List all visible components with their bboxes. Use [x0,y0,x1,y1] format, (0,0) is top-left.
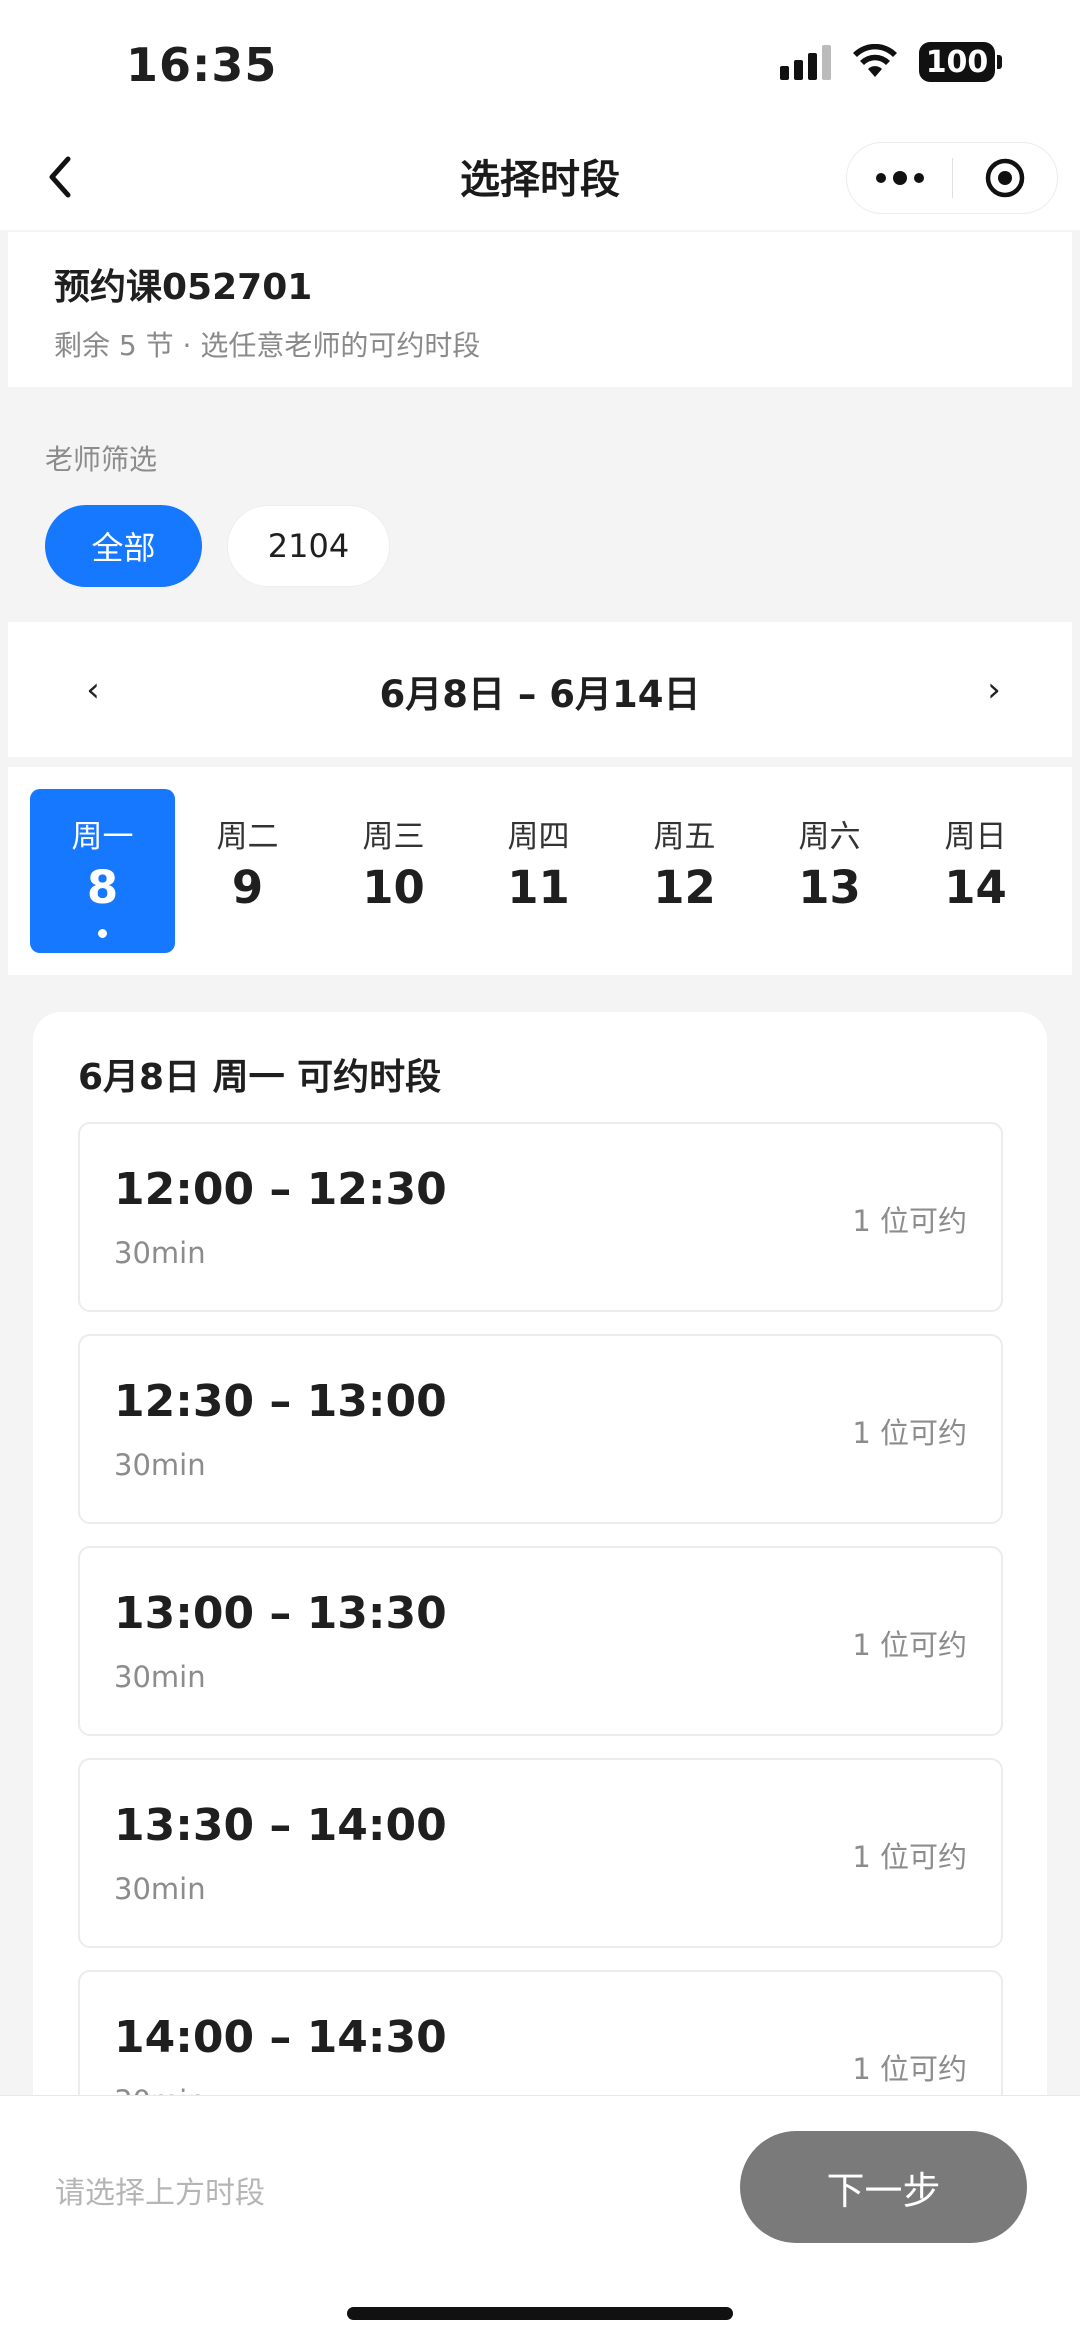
slot-availability: 1 位可约 [852,1840,967,1874]
time-slot[interactable]: 13:30 – 14:00 30min 1 位可约 [78,1758,1003,1948]
day-number: 12 [653,861,716,914]
course-title: 预约课052701 [54,267,313,308]
day-name: 周六 [798,819,861,855]
more-button[interactable] [847,143,952,213]
cellular-signal-icon [780,44,831,80]
course-subtitle: 剩余 5 节 · 选任意老师的可约时段 [54,329,481,362]
day-item-sat[interactable]: 周六 13 [757,789,902,953]
slot-time: 12:30 – 13:00 [114,1376,447,1427]
week-navigator: ‹ 6月8日 – 6月14日 › [8,622,1072,757]
day-name: 周一 [71,819,134,855]
day-number: 14 [944,861,1007,914]
day-item-wed[interactable]: 周三 10 [321,789,466,953]
close-mini-program-button[interactable] [953,143,1057,213]
slot-availability: 1 位可约 [852,1416,967,1450]
more-dots-icon [875,173,886,183]
has-slots-dot [98,929,107,938]
slot-availability: 1 位可约 [852,1204,967,1238]
day-number: 13 [798,861,861,914]
day-number: 8 [86,861,119,914]
slot-time: 14:00 – 14:30 [114,2012,447,2063]
slot-duration: 30min [114,1660,206,1694]
week-range: 6月8日 – 6月14日 [379,673,701,716]
day-number: 9 [231,861,264,914]
day-selector: 周一 8 周二 9 周三 10 周四 11 周五 12 周六 13 周日 14 [8,767,1072,975]
slot-time: 13:30 – 14:00 [114,1800,447,1851]
target-close-icon [985,158,1025,198]
day-name: 周四 [507,819,570,855]
day-name: 周五 [653,819,716,855]
day-item-fri[interactable]: 周五 12 [612,789,757,953]
next-step-button[interactable]: 下一步 [740,2131,1027,2243]
time-slot[interactable]: 12:30 – 13:00 30min 1 位可约 [78,1334,1003,1524]
teacher-filter-label: 老师筛选 [45,443,158,476]
status-time: 16:35 [126,38,278,92]
battery-icon: 100 [919,42,1002,82]
day-item-thu[interactable]: 周四 11 [466,789,611,953]
time-slot[interactable]: 13:00 – 13:30 30min 1 位可约 [78,1546,1003,1736]
home-indicator[interactable] [347,2307,733,2320]
nav-bar: 选择时段 [0,125,1080,230]
slots-title: 6月8日 周一 可约时段 [78,1057,442,1098]
slot-time: 12:00 – 12:30 [114,1164,447,1215]
slot-duration: 30min [114,1448,206,1482]
mini-program-capsule [846,142,1058,214]
next-week-button[interactable]: › [964,662,1024,718]
status-bar: 16:35 100 [0,0,1080,125]
filter-chip-teacher[interactable]: 2104 [227,505,390,587]
slot-availability: 1 位可约 [852,2052,967,2086]
slot-duration: 30min [114,1236,206,1270]
battery-level: 100 [919,42,995,82]
day-name: 周二 [216,819,279,855]
bottom-action-bar: 请选择上方时段 下一步 [0,2095,1080,2337]
day-item-mon[interactable]: 周一 8 [30,789,175,953]
filter-chip-all[interactable]: 全部 [45,505,202,587]
course-card: 预约课052701 剩余 5 节 · 选任意老师的可约时段 [8,232,1072,387]
day-item-sun[interactable]: 周日 14 [903,789,1048,953]
day-item-tue[interactable]: 周二 9 [175,789,320,953]
slot-time: 13:00 – 13:30 [114,1588,447,1639]
time-slot[interactable]: 12:00 – 12:30 30min 1 位可约 [78,1122,1003,1312]
day-name: 周三 [362,819,425,855]
slot-duration: 30min [114,1872,206,1906]
status-icons: 100 [780,42,1002,82]
selection-hint: 请选择上方时段 [55,2176,265,2211]
day-number: 11 [507,861,570,914]
slot-availability: 1 位可约 [852,1628,967,1662]
day-name: 周日 [944,819,1007,855]
day-number: 10 [362,861,425,914]
wifi-icon [853,44,897,77]
